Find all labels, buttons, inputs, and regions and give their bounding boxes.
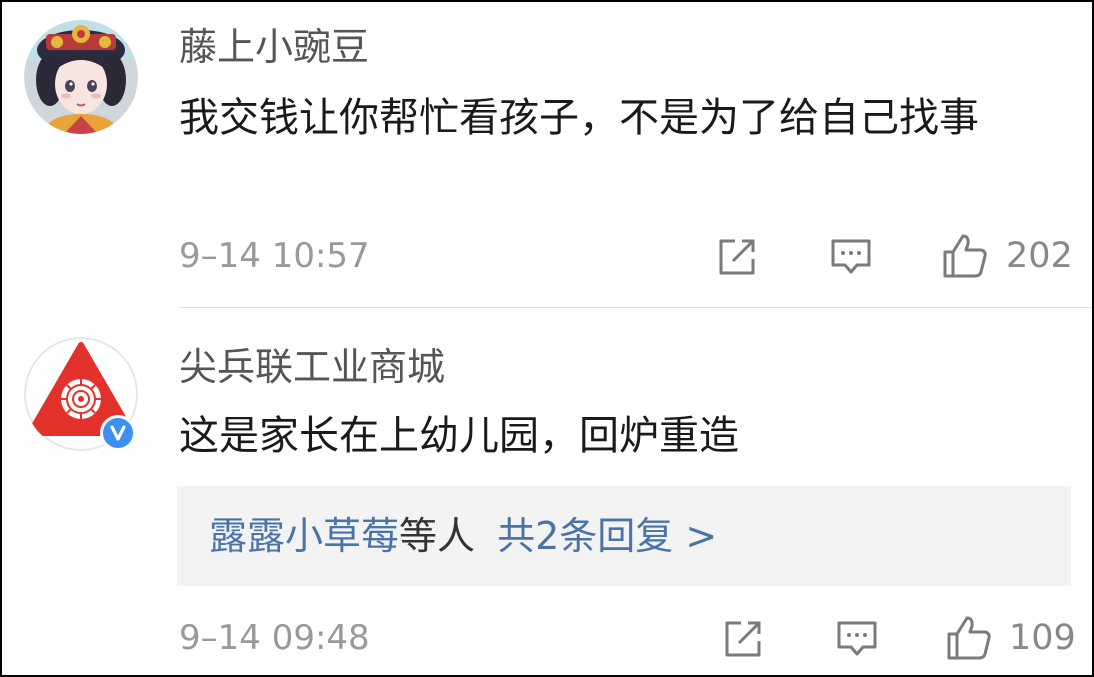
view-replies-link[interactable]: 共2条回复 >: [497, 514, 717, 558]
thumbs-up-icon[interactable]: [945, 614, 993, 662]
comment-text: 这是家长在上幼儿园，回炉重造: [179, 413, 739, 459]
share-icon[interactable]: [721, 617, 765, 661]
comment-item: 尖兵联工业商城 这是家长在上幼儿园，回炉重造 露露小草莓等人 共2条回复 > 9…: [2, 2, 1092, 677]
like-count: 109: [1009, 618, 1076, 658]
timestamp: 9–14 09:48: [179, 618, 370, 658]
reply-users[interactable]: 露露小草莓: [209, 514, 399, 558]
replies-summary: 露露小草莓等人 共2条回复 >: [209, 512, 717, 560]
reply-users-suffix: 等人: [399, 514, 476, 558]
verified-v-icon: [100, 415, 136, 451]
comment-meta: 9–14 09:48 109: [179, 613, 1076, 663]
replies-preview[interactable]: 露露小草莓等人 共2条回复 >: [177, 486, 1071, 586]
comment-list: 藤上小豌豆 我交钱让你帮忙看孩子，不是为了给自己找事 9–14 10:57 20…: [0, 0, 1094, 677]
username[interactable]: 尖兵联工业商城: [179, 344, 445, 390]
comment-icon[interactable]: [835, 617, 879, 661]
